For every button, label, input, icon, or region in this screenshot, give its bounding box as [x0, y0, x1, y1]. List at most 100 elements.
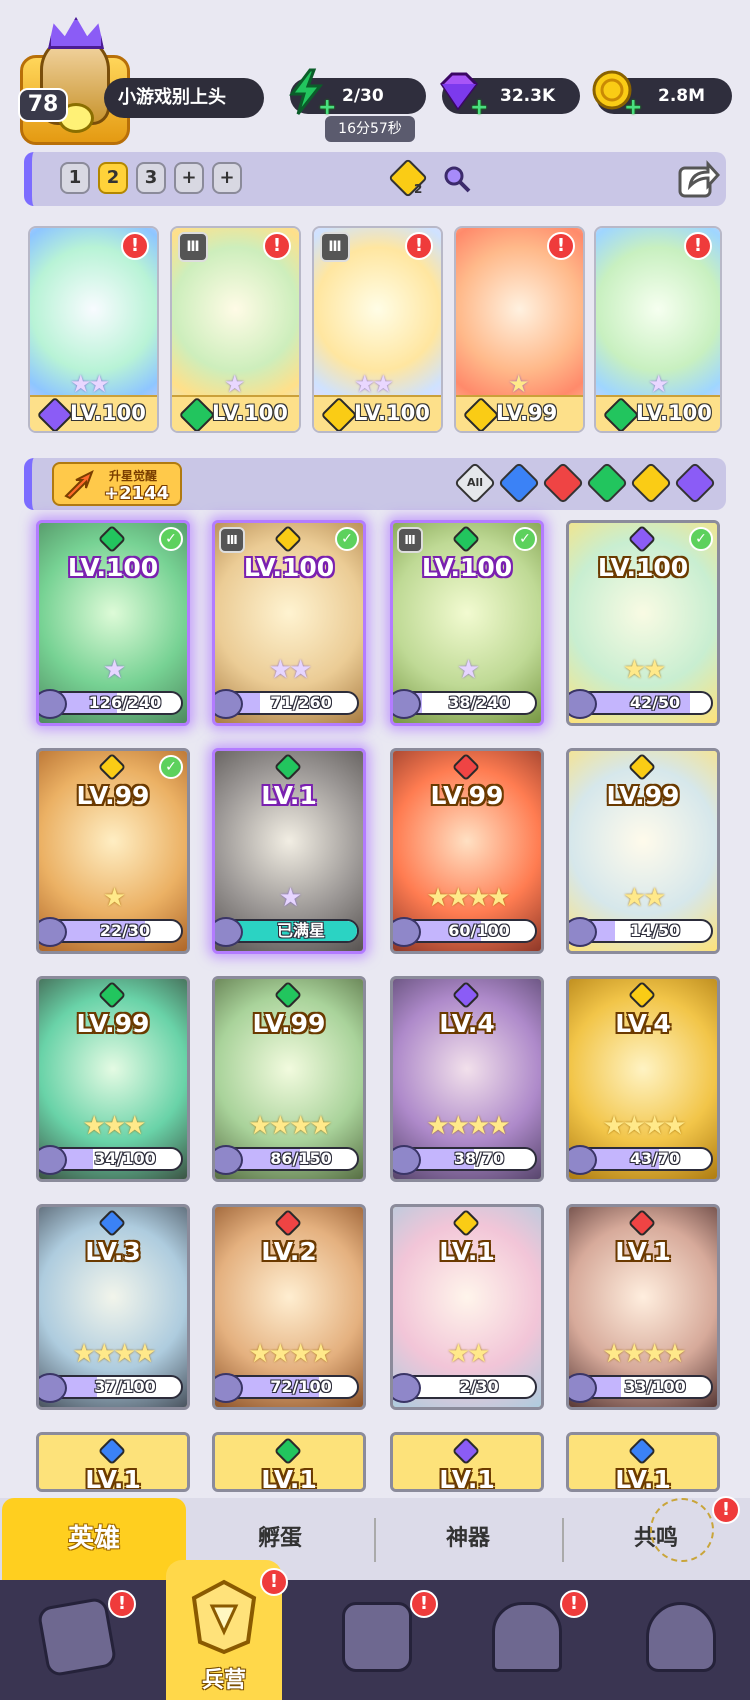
team-slot-3[interactable]: Ⅲ ★★ LV.100 !: [312, 226, 443, 433]
hero-card[interactable]: LV.100 ✓ Ⅲ ★ 38/240: [390, 520, 544, 726]
hero-card[interactable]: LV.1 ★★ 2/30: [390, 1204, 544, 1410]
awaken-label: 升星觉醒: [109, 469, 158, 483]
hero-card[interactable]: LV.100 ✓ ★★ 42/50: [566, 520, 720, 726]
alert-icon: !: [410, 1590, 438, 1618]
hero-stars: ★★★★: [72, 1339, 156, 1369]
hero-stars: ★★: [268, 655, 313, 685]
team-tab-2[interactable]: 2: [98, 162, 128, 194]
check-icon: ✓: [159, 755, 183, 779]
shard-progress-text: 86/150: [270, 1149, 332, 1168]
filter-water-icon[interactable]: [497, 461, 541, 505]
nature-element-icon: [602, 396, 640, 431]
hero-card[interactable]: LV.1: [212, 1432, 366, 1492]
nav-barracks-label: 兵营: [201, 1668, 246, 1693]
hero-card[interactable]: LV.100 ✓ Ⅲ ★★ 71/260: [212, 520, 366, 726]
team-stars: ★: [648, 370, 669, 398]
hero-card[interactable]: LV.3 ★★★★ 37/100: [36, 1204, 190, 1410]
hero-card[interactable]: LV.1: [36, 1432, 190, 1492]
player-name[interactable]: 小游戏别上头: [104, 78, 264, 118]
hero-card[interactable]: LV.100 ✓ ★ 126/240: [36, 520, 190, 726]
check-icon: ✓: [335, 527, 359, 551]
shard-progress-text: 38/70: [453, 1149, 505, 1168]
team-tab-3[interactable]: 3: [136, 162, 166, 194]
plus-icon: +: [624, 95, 643, 120]
team-level: LV.100: [354, 401, 430, 425]
nav-guild[interactable]: [624, 1590, 724, 1690]
alert-icon: !: [260, 1568, 288, 1596]
hero-card[interactable]: LV.1: [566, 1432, 720, 1492]
team-slot-5[interactable]: ★ LV.100 !: [594, 226, 722, 433]
hero-card[interactable]: LV.99 ★★★★ 60/100: [390, 748, 544, 954]
tab-artifacts[interactable]: 神器: [378, 1498, 558, 1580]
filter-light-icon[interactable]: [629, 461, 673, 505]
nature-element-icon: [178, 396, 216, 431]
hero-card[interactable]: LV.1 ★★★★ 33/100: [566, 1204, 720, 1410]
hero-card[interactable]: LV.4 ★★★★ 43/70: [566, 976, 720, 1182]
team-tab-1[interactable]: 1: [60, 162, 90, 194]
alert-icon: !: [547, 232, 575, 260]
nav-barracks[interactable]: ! 兵营: [166, 1560, 288, 1700]
share-icon[interactable]: [678, 160, 720, 198]
team-level: LV.99: [496, 401, 558, 425]
energy-timer: 16分57秒: [325, 116, 415, 142]
energy-pill[interactable]: + 2/30: [289, 68, 426, 120]
hero-stars: ★★★★: [426, 1111, 510, 1141]
shard-progress-text: 38/240: [448, 693, 510, 712]
hero-level: LV.100: [421, 553, 513, 582]
bottom-nav: ! ! !: [0, 1580, 750, 1700]
team-stars: ★: [508, 370, 529, 398]
filter-dark-icon[interactable]: [673, 461, 717, 505]
alert-icon: !: [108, 1590, 136, 1618]
alert-icon: !: [263, 232, 291, 260]
filter-nature-icon[interactable]: [585, 461, 629, 505]
hero-card[interactable]: LV.4 ★★★★ 38/70: [390, 976, 544, 1182]
awaken-value: +2144: [104, 483, 170, 504]
hero-card[interactable]: LV.99 ★★ 14/50: [566, 748, 720, 954]
check-icon: ✓: [513, 527, 537, 551]
hero-level: LV.4: [615, 1009, 671, 1038]
team-power-badge: 2: [414, 182, 423, 196]
team-tab-add-2[interactable]: +: [212, 162, 242, 194]
crown-icon: [48, 17, 104, 49]
hero-stars: ★★★★: [602, 1339, 686, 1369]
alert-icon: !: [405, 232, 433, 260]
rank-badge-icon: Ⅲ: [219, 527, 245, 553]
nav-map[interactable]: !: [320, 1590, 438, 1690]
nav-shop[interactable]: !: [470, 1590, 588, 1690]
hero-card[interactable]: LV.1 ★ 已满星: [212, 748, 366, 954]
check-icon: ✓: [689, 527, 713, 551]
team-slot-1[interactable]: ★★ LV.100 !: [28, 226, 159, 433]
shard-progress-text: 2/30: [459, 1377, 499, 1396]
hero-level: LV.1: [261, 781, 317, 810]
check-icon: ✓: [159, 527, 183, 551]
coins-pill[interactable]: + 2.8M: [592, 70, 732, 120]
filter-fire-icon[interactable]: [541, 461, 585, 505]
team-slot-2[interactable]: Ⅲ ★ LV.100 !: [170, 226, 301, 433]
team-tab-add-1[interactable]: +: [174, 162, 204, 194]
hero-card[interactable]: LV.2 ★★★★ 72/100: [212, 1204, 366, 1410]
hero-level: LV.4: [439, 1009, 495, 1038]
hero-level: LV.1: [439, 1237, 495, 1266]
hero-card[interactable]: LV.99 ✓ ★ 22/30: [36, 748, 190, 954]
hero-card[interactable]: LV.1: [390, 1432, 544, 1492]
resonance-ring-icon: [650, 1498, 714, 1562]
nav-cards[interactable]: !: [20, 1590, 136, 1690]
rank-badge-icon: Ⅲ: [397, 527, 423, 553]
shard-progress-text: 72/100: [270, 1377, 332, 1396]
search-icon[interactable]: [442, 164, 472, 194]
shard-progress-text: 71/260: [270, 693, 332, 712]
hero-card[interactable]: LV.99 ★★★★ 86/150: [212, 976, 366, 1182]
cards-icon: [36, 1596, 118, 1678]
gems-pill[interactable]: + 32.3K: [440, 72, 580, 120]
awaken-button[interactable]: 升星觉醒 +2144: [52, 462, 182, 506]
coins-value: 2.8M: [658, 86, 706, 106]
hero-level: LV.2: [261, 1237, 317, 1266]
team-slot-4[interactable]: ★ LV.99 !: [454, 226, 585, 433]
tab-heroes[interactable]: 英雄: [2, 1498, 186, 1580]
hero-card[interactable]: LV.99 ★★★ 34/100: [36, 976, 190, 1182]
rank-badge-icon: Ⅲ: [178, 232, 208, 262]
hero-stars: ★★★: [82, 1111, 147, 1141]
shard-progress-text: 37/100: [94, 1377, 156, 1396]
filter-all[interactable]: All: [453, 461, 497, 505]
hero-level: LV.1: [615, 1237, 671, 1266]
